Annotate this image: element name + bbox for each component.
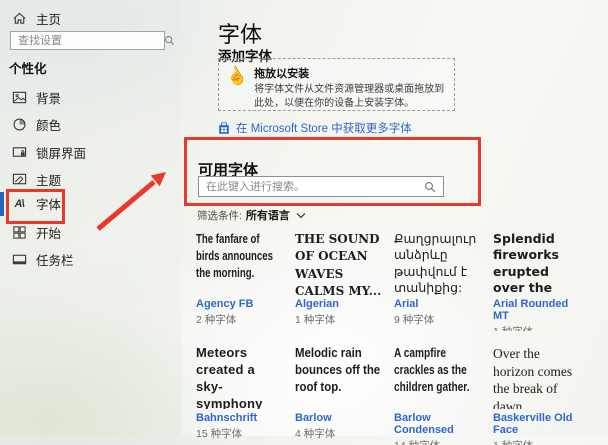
drag-hand-icon: ☝ (223, 64, 250, 89)
font-preview-text: Melodic rain bounces off the roof top. (295, 345, 383, 409)
background-image-icon (11, 90, 27, 106)
filter-value: 所有语言 (246, 207, 290, 223)
sidebar-item-label: 背景 (36, 88, 61, 107)
fonts-icon: A\ (11, 196, 27, 212)
font-face-count: 15 种字体 (196, 426, 284, 441)
font-face-count: 14 种字体 (394, 438, 482, 445)
filter-label: 筛选条件: (197, 208, 242, 223)
font-card[interactable]: Meteors created a sky-symphony of... Bah… (196, 345, 284, 445)
font-card[interactable]: Over the horizon comes the break of dawn… (493, 345, 581, 445)
sidebar-item-label: 字体 (36, 194, 61, 213)
microsoft-store-link[interactable]: 在 Microsoft Store 中获取更多字体 (218, 120, 412, 136)
font-face-count: 1 种字体 (295, 312, 383, 327)
font-search-input[interactable] (199, 181, 424, 193)
font-dropzone[interactable]: ☝ 拖放以安装 将字体文件从文件资源管理器或桌面拖放到此处，以便在你的设备上安装… (218, 58, 455, 111)
search-icon (164, 35, 175, 46)
font-preview-text: Over the horizon comes the break of dawn… (493, 345, 581, 409)
sidebar-item-label: 开始 (36, 223, 61, 242)
settings-sidebar: 主页 个性化 背景 颜色 锁屏界面 主题 A\ 字体 开始 任务栏 (0, 0, 181, 436)
start-icon (11, 225, 27, 241)
sidebar-item-background-image[interactable]: 背景 (0, 85, 181, 110)
font-name-link[interactable]: Arial (394, 298, 482, 310)
sidebar-item-home[interactable]: 主页 (0, 6, 181, 31)
font-preview-text: Splendid fireworks erupted over the sky. (493, 231, 581, 295)
font-name-link[interactable]: Barlow (295, 412, 383, 424)
sidebar-item-colors[interactable]: 颜色 (0, 112, 181, 137)
font-grid: The fanfare of birds announces the morni… (196, 231, 581, 445)
font-card[interactable]: Քաղցրալուր անձրևը թափվում է տանիքից: Ari… (394, 231, 482, 331)
font-card[interactable]: THE SOUND OF OCEAN WAVES CALMS MY... Alg… (295, 231, 383, 331)
taskbar-icon (11, 252, 27, 268)
sidebar-item-label: 任务栏 (36, 250, 74, 269)
sidebar-item-start[interactable]: 开始 (0, 220, 181, 245)
settings-search-input[interactable] (11, 35, 164, 47)
font-card[interactable]: Melodic rain bounces off the roof top. B… (295, 345, 383, 445)
page-title: 字体 (218, 17, 262, 49)
sidebar-item-lockscreen[interactable]: 锁屏界面 (0, 140, 181, 165)
font-preview-text: THE SOUND OF OCEAN WAVES CALMS MY... (295, 231, 383, 295)
font-name-link[interactable]: Algerian (295, 298, 383, 310)
sidebar-item-label: 主题 (36, 170, 61, 189)
sidebar-item-fonts[interactable]: A\ 字体 (0, 191, 181, 216)
sidebar-item-themes[interactable]: 主题 (0, 167, 181, 192)
store-link-label: 在 Microsoft Store 中获取更多字体 (236, 120, 412, 136)
font-search-box[interactable] (198, 176, 444, 197)
font-card[interactable]: The fanfare of birds announces the morni… (196, 231, 284, 331)
font-name-link[interactable]: Barlow Condensed (394, 412, 482, 436)
font-preview-text: Քաղցրալուր անձրևը թափվում է տանիքից: (394, 231, 482, 295)
font-name-link[interactable]: Bahnschrift (196, 412, 284, 424)
font-name-link[interactable]: Baskerville Old Face (493, 412, 581, 436)
font-card[interactable]: A campfire crackles as the children gath… (394, 345, 482, 445)
home-icon (11, 11, 27, 27)
sidebar-section-header: 个性化 (9, 58, 47, 77)
language-filter[interactable]: 筛选条件: 所有语言 (197, 207, 306, 223)
font-name-link[interactable]: Arial Rounded MT (493, 298, 581, 322)
sidebar-item-taskbar[interactable]: 任务栏 (0, 247, 181, 272)
font-name-link[interactable]: Agency FB (196, 298, 284, 310)
sidebar-item-label: 锁屏界面 (36, 143, 86, 162)
font-face-count: 9 种字体 (394, 312, 482, 327)
search-icon (424, 181, 436, 193)
lockscreen-icon (11, 145, 27, 161)
chevron-down-icon (296, 212, 306, 219)
font-preview-text: A campfire crackles as the children gath… (394, 345, 482, 409)
dropzone-title: 拖放以安装 (254, 65, 452, 81)
settings-search-box[interactable] (10, 31, 165, 50)
dropzone-description: 将字体文件从文件资源管理器或桌面拖放到此处，以便在你的设备上安装字体。 (254, 83, 452, 111)
sidebar-item-label: 颜色 (36, 115, 61, 134)
selected-item-accent-bar (0, 192, 4, 216)
fonts-settings-page: 字体 添加字体 ☝ 拖放以安装 将字体文件从文件资源管理器或桌面拖放到此处，以便… (181, 0, 608, 436)
font-card[interactable]: Splendid fireworks erupted over the sky.… (493, 231, 581, 331)
font-face-count: 4 种字体 (295, 426, 383, 441)
font-preview-text: Meteors created a sky-symphony of... (196, 345, 284, 409)
font-face-count: 2 种字体 (196, 312, 284, 327)
font-face-count: 1 种字体 (493, 438, 581, 445)
colors-icon (11, 117, 27, 133)
font-face-count: 1 种字体 (493, 324, 581, 331)
font-preview-text: The fanfare of birds announces the morni… (196, 231, 284, 295)
themes-icon (11, 172, 27, 188)
sidebar-item-label: 主页 (36, 9, 61, 28)
store-icon (218, 122, 230, 135)
